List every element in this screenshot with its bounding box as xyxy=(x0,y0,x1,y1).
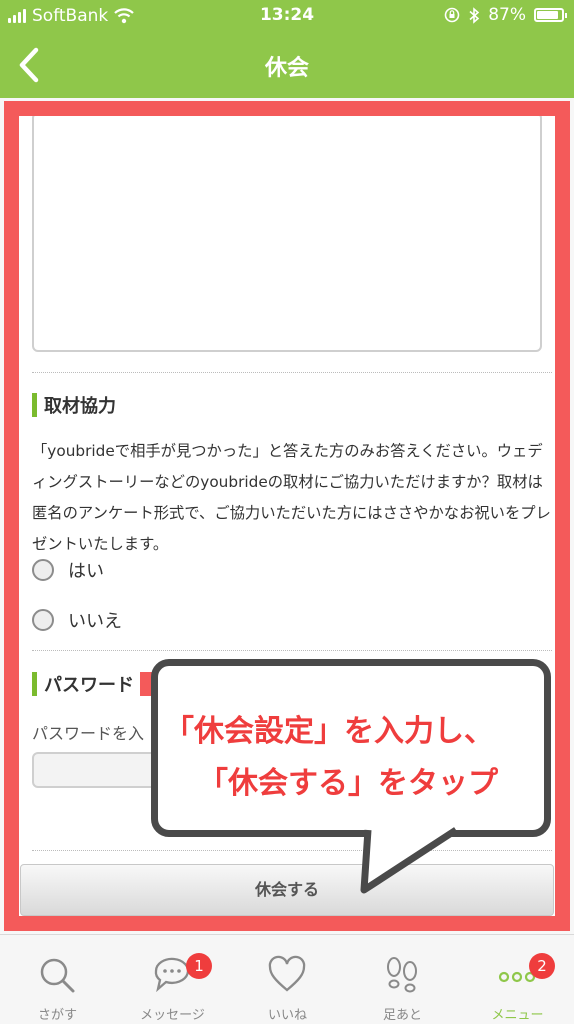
tab-likes[interactable]: いいね xyxy=(230,935,345,1025)
page-title: 休会 xyxy=(264,56,309,81)
search-icon xyxy=(40,958,75,993)
rotation-lock-icon xyxy=(444,7,460,23)
interview-description: 「youbrideで相手が見つかった」と答えた方のみお答えください。ウェディング… xyxy=(32,442,551,553)
tab-footprints[interactable]: 足あと xyxy=(345,935,460,1025)
radio-button[interactable] xyxy=(32,609,54,631)
submit-button[interactable]: 休会する xyxy=(20,864,554,916)
radio-button[interactable] xyxy=(32,559,54,581)
menu-badge: 2 xyxy=(529,953,555,979)
bluetooth-icon xyxy=(469,6,480,24)
radio-label: いいえ xyxy=(68,611,122,632)
reason-textarea[interactable] xyxy=(32,116,542,352)
section-marker xyxy=(32,393,37,417)
radio-no[interactable]: いいえ xyxy=(32,607,122,633)
instruction-callout: 「休会設定」を入力し、 「休会する」をタップ xyxy=(151,659,551,837)
divider xyxy=(32,650,552,651)
status-bar: SoftBank 13:24 87% xyxy=(0,0,574,32)
radio-label: はい xyxy=(68,561,104,582)
password-label: パスワードを入 xyxy=(32,724,145,743)
battery-icon xyxy=(534,8,567,22)
password-section-title: パスワード xyxy=(32,671,154,697)
tab-messages[interactable]: 1 メッセージ xyxy=(115,935,230,1025)
footprints-icon xyxy=(387,957,417,993)
tab-search[interactable]: さがす xyxy=(0,935,115,1025)
battery-percent: 87% xyxy=(488,5,526,25)
callout-line-1: 「休会設定」を入力し、 xyxy=(164,714,494,749)
tab-menu[interactable]: 2 メニュー xyxy=(460,935,574,1025)
message-badge: 1 xyxy=(186,953,212,979)
callout-line-2: 「休会する」をタップ xyxy=(198,766,498,801)
section-marker xyxy=(32,672,37,696)
interview-section-title: 取材協力 xyxy=(32,392,116,418)
nav-bar: 休会 xyxy=(0,32,574,98)
radio-yes[interactable]: はい xyxy=(32,557,104,583)
divider xyxy=(32,850,552,851)
divider xyxy=(32,372,552,373)
callout-tail xyxy=(360,826,458,894)
heart-icon xyxy=(268,955,306,992)
tab-bar: さがす 1 メッセージ いいね 足あと 2 メニュー xyxy=(0,934,574,1024)
